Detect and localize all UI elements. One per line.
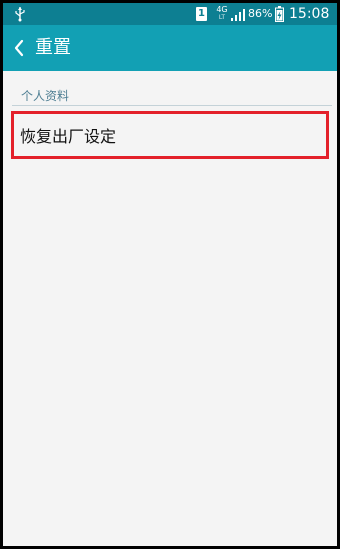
usb-icon [15,7,25,22]
clock: 15:08 [289,6,330,22]
network-sub-label: LT [218,14,226,21]
network-type: 4G LT [215,6,229,22]
battery-charging-icon [275,6,284,22]
app-bar: 重置 [3,25,337,71]
network-type-label: 4G [216,5,228,14]
factory-reset-item[interactable]: 恢复出厂设定 [13,115,329,160]
battery-percent: 86% [248,7,273,20]
signal-icon [231,9,245,21]
page-title: 重置 [35,37,71,58]
phone-screen: 1 4G LT 86% 15:08 重置 个人资料 恢复出厂设定 [3,3,337,546]
sim-icon: 1 [196,7,207,21]
section-header: 个人资料 [21,89,70,103]
chevron-left-icon[interactable] [12,38,26,58]
section-divider [12,105,332,106]
status-bar: 1 4G LT 86% 15:08 [3,3,337,25]
factory-reset-label: 恢复出厂设定 [20,127,117,146]
